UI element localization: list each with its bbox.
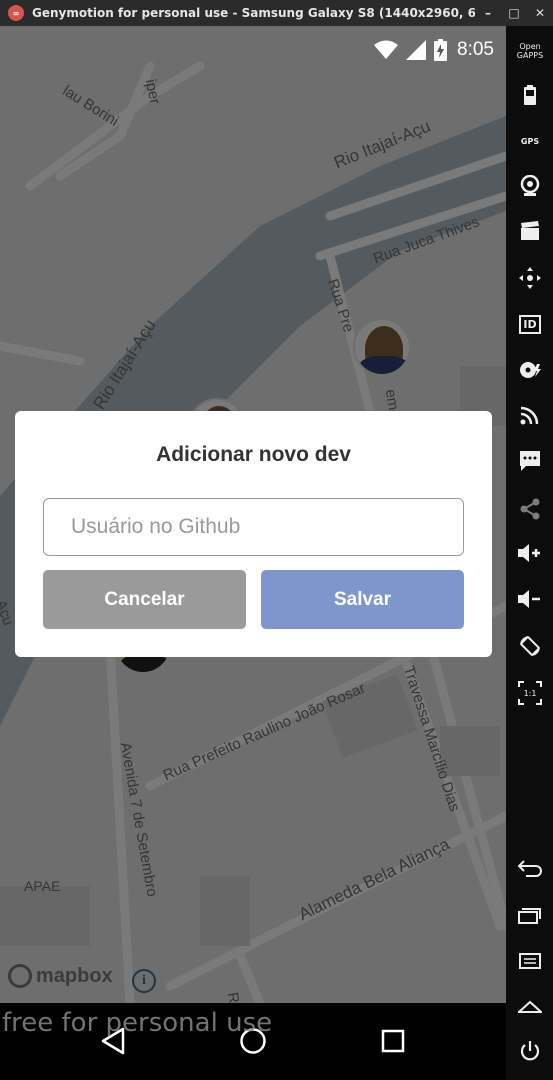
cancel-button[interactable]: Cancelar [43, 570, 246, 629]
status-bar: 8:05 [0, 26, 506, 74]
minimize-button[interactable]: – [475, 6, 501, 20]
open-gapps-label: Open GAPPS [516, 42, 544, 60]
share-icon[interactable] [513, 492, 547, 526]
back-icon[interactable] [513, 851, 547, 885]
dpad-icon[interactable] [513, 261, 547, 295]
gps-icon[interactable]: GPS [513, 124, 547, 158]
close-button[interactable]: ✕ [527, 6, 553, 20]
genymotion-toolbar: Open GAPPS GPS ID 1:1 [506, 26, 553, 1080]
maximize-button[interactable]: □ [501, 6, 527, 20]
recents-icon[interactable] [373, 1021, 413, 1061]
genymotion-icon: ∞ [8, 5, 24, 21]
add-dev-dialog: Adicionar novo dev Usuário no Github Can… [15, 411, 492, 657]
rotate-icon[interactable] [513, 629, 547, 663]
watermark-text: free for personal use [2, 1008, 273, 1038]
recents-icon[interactable] [513, 898, 547, 932]
dialog-title: Adicionar novo dev [156, 443, 351, 466]
open-gapps-icon[interactable]: Open GAPPS [513, 34, 547, 68]
camera-icon[interactable] [513, 169, 547, 203]
status-time: 8:05 [457, 39, 494, 60]
emulator-window: ∞ Genymotion for personal use - Samsung … [0, 0, 553, 1080]
battery-charging-icon [434, 39, 448, 61]
volume-down-icon[interactable] [513, 582, 547, 616]
battery-icon[interactable] [513, 78, 547, 112]
window-titlebar[interactable]: ∞ Genymotion for personal use - Samsung … [0, 0, 553, 26]
save-button[interactable]: Salvar [261, 570, 464, 629]
volume-up-icon[interactable] [513, 536, 547, 570]
disk-icon[interactable] [513, 353, 547, 387]
wifi-icon [374, 40, 399, 60]
device-screen: lau Borini iper Rio Itajaí-Açu Rua Juca … [0, 26, 506, 1080]
id-label: ID [519, 314, 541, 334]
rss-icon[interactable] [513, 398, 547, 432]
power-icon[interactable] [513, 1034, 547, 1068]
scale-icon[interactable]: 1:1 [513, 676, 547, 710]
gps-label: GPS [520, 136, 540, 146]
id-icon[interactable]: ID [513, 307, 547, 341]
window-title: Genymotion for personal use - Samsung Ga… [32, 6, 475, 20]
home-icon[interactable] [513, 989, 547, 1023]
clapperboard-icon[interactable] [513, 214, 547, 248]
signal-icon [406, 40, 427, 60]
github-username-input[interactable]: Usuário no Github [43, 498, 464, 556]
sms-icon[interactable] [513, 444, 547, 478]
menu-icon[interactable] [513, 944, 547, 978]
